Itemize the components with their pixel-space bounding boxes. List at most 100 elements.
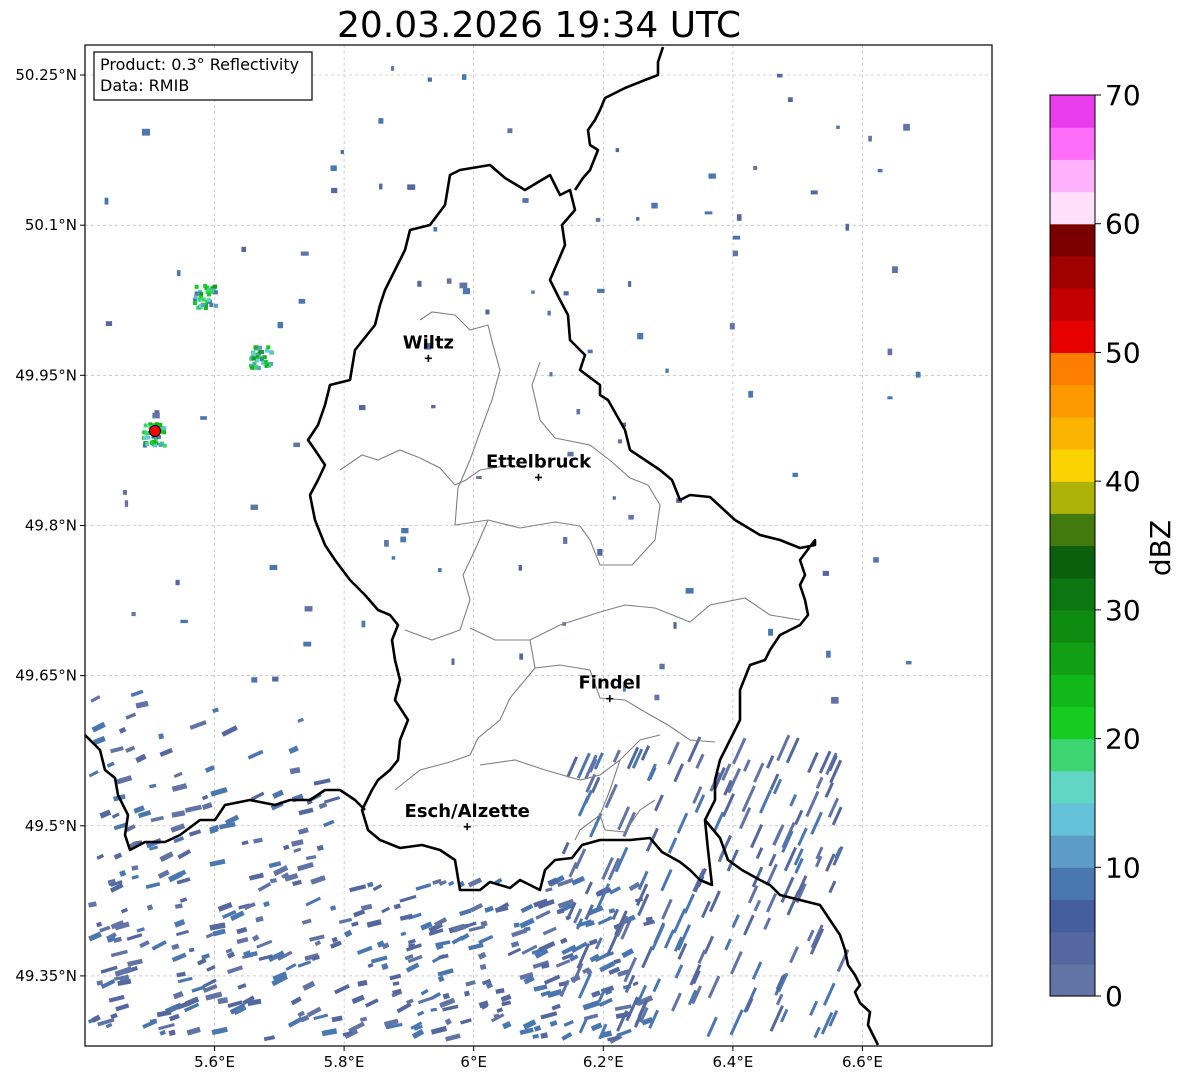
echo-pixel [903,123,910,131]
tick-label-lon: 6.2°E [583,1053,624,1071]
colorbar-tick-label: 50 [1105,336,1141,369]
echo-pixel [359,405,366,411]
echo-pixel [122,490,127,495]
echo-pixel [104,197,109,205]
colorbar-tick-label: 30 [1105,594,1141,627]
echo-pixel [200,416,207,420]
echo-cell-pixel [193,301,197,305]
colorbar-tick-label: 70 [1105,79,1141,112]
echo-cell-pixel [213,284,218,289]
echo-pixel [451,658,455,665]
echo-pixel [522,198,529,203]
echo-cell-pixel [214,303,218,308]
echo-cell-pixel [145,441,150,446]
colorbar-label: dBZ [1144,520,1177,576]
echo-pixel [822,570,829,576]
colorbar-bin [1050,416,1095,450]
echo-pixel [158,733,165,740]
echo-pixel [438,568,442,573]
colorbar-bin [1050,963,1095,997]
echo-cell-pixel [258,349,263,354]
echo-pixel [476,476,482,479]
colorbar-bin [1050,545,1095,579]
echo-pixel [427,77,432,82]
echo-pixel [251,677,258,683]
echo-pixel [685,588,694,594]
echo-pixel [845,223,849,231]
echo-pixel [736,214,742,221]
echo-pixel [433,227,438,232]
echo-pixel [617,439,622,444]
echo-pixel [704,211,713,215]
echo-pixel [513,922,520,928]
colorbar-tick-label: 10 [1105,851,1141,884]
echo-pixel [651,202,658,209]
echo-cell-pixel [149,440,154,445]
echo-pixel [877,168,883,173]
echo-pixel [417,280,422,287]
echo-cell-pixel [269,350,274,355]
echo-pixel [401,528,409,534]
colorbar-ticks: 0 10 20 30 40 50 60 70 [1095,79,1141,1013]
colorbar-bin [1050,770,1095,804]
city-label: Wiltz [403,332,454,353]
echo-pixel [615,148,620,153]
colorbar-bin [1050,642,1095,675]
echo-pixel [303,641,312,647]
echo-pixel [612,496,616,500]
echo-cell-pixel [206,292,211,297]
echo-pixel [915,371,921,378]
echo-pixel [485,309,490,315]
tick-label-lon: 6.6°E [842,1053,883,1071]
colorbar-bin [1050,802,1095,836]
colorbar-bin [1050,127,1095,160]
echo-cell-pixel [263,359,268,364]
tick-label-lon: 6°E [460,1053,487,1071]
echo-pixel [250,504,258,510]
colorbar-tick-label: 0 [1105,980,1123,1013]
echo-pixel [446,278,452,284]
echo-cell-pixel [264,348,269,353]
echo-pixel [597,288,605,293]
echo-pixel [810,190,818,195]
echo-cell-pixel [214,290,218,295]
tick-label-lat: 49.8°N [25,517,77,535]
radar-map: Wiltz Ettelbruck Findel Esch/Alzette 5.6°E 5… [15,44,993,1071]
echo-pixel [269,564,278,570]
info-data-source: Data: RMIB [100,76,189,95]
echo-pixel [175,579,180,586]
echo-cell-pixel [251,356,256,361]
echo-cell-pixel [258,345,263,350]
echo-pixel [152,412,160,419]
echo-cell-pixel [262,355,267,360]
echo-pixel [142,128,150,136]
echo-pixel [547,310,551,316]
city-label: Findel [579,673,642,694]
echo-pixel [431,405,436,409]
echo-cell-pixel [250,365,255,370]
echo-pixel [665,368,669,373]
echo-pixel [659,663,665,670]
echo-pixel [563,537,568,544]
echo-pixel [597,548,603,556]
city-label: Esch/Alzette [405,801,530,822]
colorbar-bin [1050,288,1095,321]
colorbar-tick-label: 20 [1105,723,1141,756]
echo-cell-pixel [266,345,271,350]
colorbar-bin [1050,867,1095,901]
echo-pixel [340,150,344,155]
tick-label-lon: 5.8°E [324,1053,365,1071]
echo-pixel [673,622,677,629]
radar-site-marker [149,425,161,437]
echo-cell-pixel [194,284,199,289]
colorbar-tick-label: 40 [1105,465,1141,498]
colorbar-bin [1050,352,1095,386]
echo-pixel [873,557,879,563]
echo-pixel [379,183,383,190]
echo-pixel [887,348,893,356]
echo-pixel [330,165,337,171]
echo-pixel [732,235,741,240]
echo-cell-pixel [206,297,211,302]
echo-pixel [768,628,773,636]
colorbar-bins [1050,95,1095,997]
